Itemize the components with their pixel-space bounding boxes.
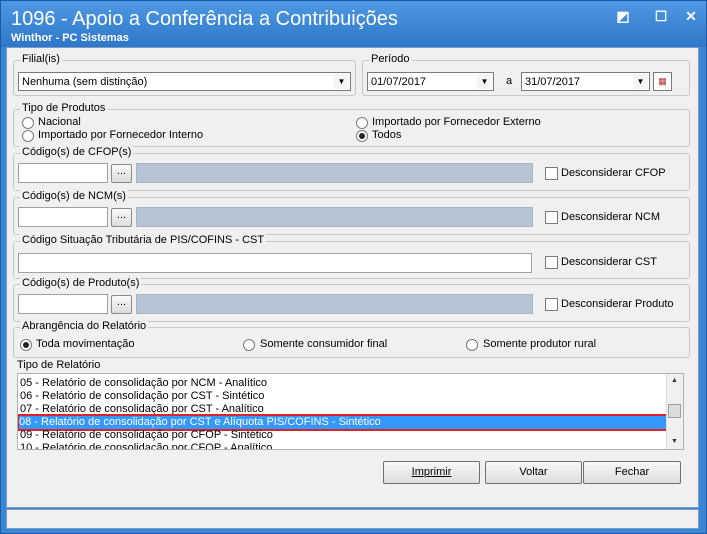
maximize-icon[interactable]: ☐ — [651, 7, 671, 25]
list-item[interactable]: 09 - Relatório de consolidação por CFOP … — [20, 429, 273, 442]
radio-toda-movimentacao-label: Toda movimentação — [36, 338, 135, 350]
cfop-description — [136, 163, 533, 183]
cfop-lookup-button[interactable]: ... — [111, 164, 132, 183]
produto-legend: Código(s) de Produto(s) — [20, 277, 142, 289]
produto-input[interactable] — [18, 294, 108, 314]
chevron-down-icon[interactable]: ▼ — [477, 74, 492, 89]
filial-value: Nenhuma (sem distinção) — [22, 76, 148, 88]
restore-icon[interactable]: ◩ — [613, 7, 633, 25]
radio-toda-movimentacao[interactable] — [20, 339, 32, 351]
form-area: Filial(is) Nenhuma (sem distinção) ▼ Per… — [6, 47, 699, 508]
radio-importado-externo[interactable] — [356, 117, 368, 129]
periodo-end-value: 31/07/2017 — [525, 76, 581, 88]
produto-description — [136, 294, 533, 314]
radio-consumidor-final-label: Somente consumidor final — [260, 338, 388, 350]
radio-importado-externo-label: Importado por Fornecedor Externo — [372, 116, 541, 128]
chevron-down-icon[interactable]: ▼ — [633, 74, 648, 89]
tipo-relatorio-legend: Tipo de Relatório — [15, 359, 103, 371]
status-bar — [6, 509, 699, 529]
ncm-group: Código(s) de NCM(s) ... Desconsiderar NC… — [13, 190, 690, 235]
list-item-selected[interactable]: 08 - Relatório de consolidação por CST e… — [18, 414, 669, 431]
close-icon[interactable]: ✕ — [681, 7, 701, 25]
filial-group: Filial(is) Nenhuma (sem distinção) ▼ — [13, 53, 356, 96]
fechar-label: Fechar — [614, 466, 650, 478]
radio-todos-label: Todos — [372, 129, 402, 141]
window-title: 1096 - Apoio a Conferência a Contribuiçõ… — [11, 8, 398, 30]
produto-checkbox[interactable] — [545, 298, 558, 311]
periodo-start-value: 01/07/2017 — [371, 76, 427, 88]
periodo-group: Período 01/07/2017 ▼ a 31/07/2017 ▼ ▦ — [362, 53, 690, 96]
produto-checkbox-label: Desconsiderar Produto — [561, 298, 674, 310]
list-item[interactable]: 10 - Relatório de consolidação por CFOP … — [20, 442, 272, 449]
filial-legend: Filial(is) — [20, 53, 62, 65]
periodo-separator: a — [506, 75, 513, 87]
tipo-relatorio-list[interactable]: 05 - Relatório de consolidação por NCM -… — [17, 373, 684, 450]
title-bar: 1096 - Apoio a Conferência a Contribuiçõ… — [1, 1, 706, 47]
radio-importado-interno-label: Importado por Fornecedor Interno — [38, 129, 204, 141]
main-window: 1096 - Apoio a Conferência a Contribuiçõ… — [0, 0, 707, 534]
ncm-input[interactable] — [18, 207, 108, 227]
cfop-checkbox[interactable] — [545, 167, 558, 180]
periodo-legend: Período — [369, 53, 412, 65]
cfop-group: Código(s) de CFOP(s) ... Desconsiderar C… — [13, 146, 690, 191]
imprimir-button[interactable]: Imprimir — [383, 461, 480, 484]
cst-checkbox[interactable] — [545, 256, 558, 269]
radio-nacional[interactable] — [22, 117, 34, 129]
tipo-produtos-group: Tipo de Produtos Nacional Importado por … — [13, 102, 690, 147]
abrangencia-legend: Abrangência do Relatório — [20, 320, 149, 332]
cfop-checkbox-label: Desconsiderar CFOP — [561, 167, 666, 179]
scroll-up-icon[interactable]: ▲ — [667, 374, 682, 387]
produto-group: Código(s) de Produto(s) ... Desconsidera… — [13, 277, 690, 322]
list-scrollbar[interactable]: ▲ ▼ — [666, 374, 683, 449]
filial-select[interactable]: Nenhuma (sem distinção) ▼ — [18, 72, 351, 91]
cst-checkbox-label: Desconsiderar CST — [561, 256, 657, 268]
ncm-checkbox[interactable] — [545, 211, 558, 224]
radio-todos[interactable] — [356, 130, 368, 142]
tipo-produtos-legend: Tipo de Produtos — [20, 102, 108, 114]
radio-importado-interno[interactable] — [22, 130, 34, 142]
cfop-legend: Código(s) de CFOP(s) — [20, 146, 134, 158]
cst-input[interactable] — [18, 253, 532, 273]
voltar-label: Voltar — [519, 466, 548, 478]
periodo-end-select[interactable]: 31/07/2017 ▼ — [521, 72, 650, 91]
radio-consumidor-final[interactable] — [243, 339, 255, 351]
radio-produtor-rural[interactable] — [466, 339, 478, 351]
cst-legend: Código Situação Tributária de PIS/COFINS… — [20, 234, 267, 246]
radio-produtor-rural-label: Somente produtor rural — [483, 338, 597, 350]
scroll-down-icon[interactable]: ▼ — [667, 435, 682, 448]
abrangencia-group: Abrangência do Relatório Toda movimentaç… — [13, 320, 690, 358]
ncm-description — [136, 207, 533, 227]
ncm-lookup-button[interactable]: ... — [111, 208, 132, 227]
window-subtitle: Winthor - PC Sistemas — [11, 32, 129, 44]
fechar-button[interactable]: Fechar — [583, 461, 681, 484]
periodo-start-select[interactable]: 01/07/2017 ▼ — [367, 72, 494, 91]
ncm-legend: Código(s) de NCM(s) — [20, 190, 128, 202]
imprimir-label: Imprimir — [411, 466, 452, 478]
ncm-checkbox-label: Desconsiderar NCM — [561, 211, 661, 223]
produto-lookup-button[interactable]: ... — [111, 295, 132, 314]
list-item[interactable]: 05 - Relatório de consolidação por NCM -… — [20, 377, 267, 390]
scroll-thumb[interactable] — [668, 404, 681, 418]
list-item[interactable]: 06 - Relatório de consolidação por CST -… — [20, 390, 264, 403]
voltar-button[interactable]: Voltar — [485, 461, 582, 484]
list-item[interactable]: 07 - Relatório de consolidação por CST -… — [20, 403, 264, 416]
calendar-icon[interactable]: ▦ — [653, 72, 672, 91]
cfop-input[interactable] — [18, 163, 108, 183]
radio-nacional-label: Nacional — [38, 116, 81, 128]
chevron-down-icon[interactable]: ▼ — [334, 74, 349, 89]
cst-group: Código Situação Tributária de PIS/COFINS… — [13, 234, 690, 279]
